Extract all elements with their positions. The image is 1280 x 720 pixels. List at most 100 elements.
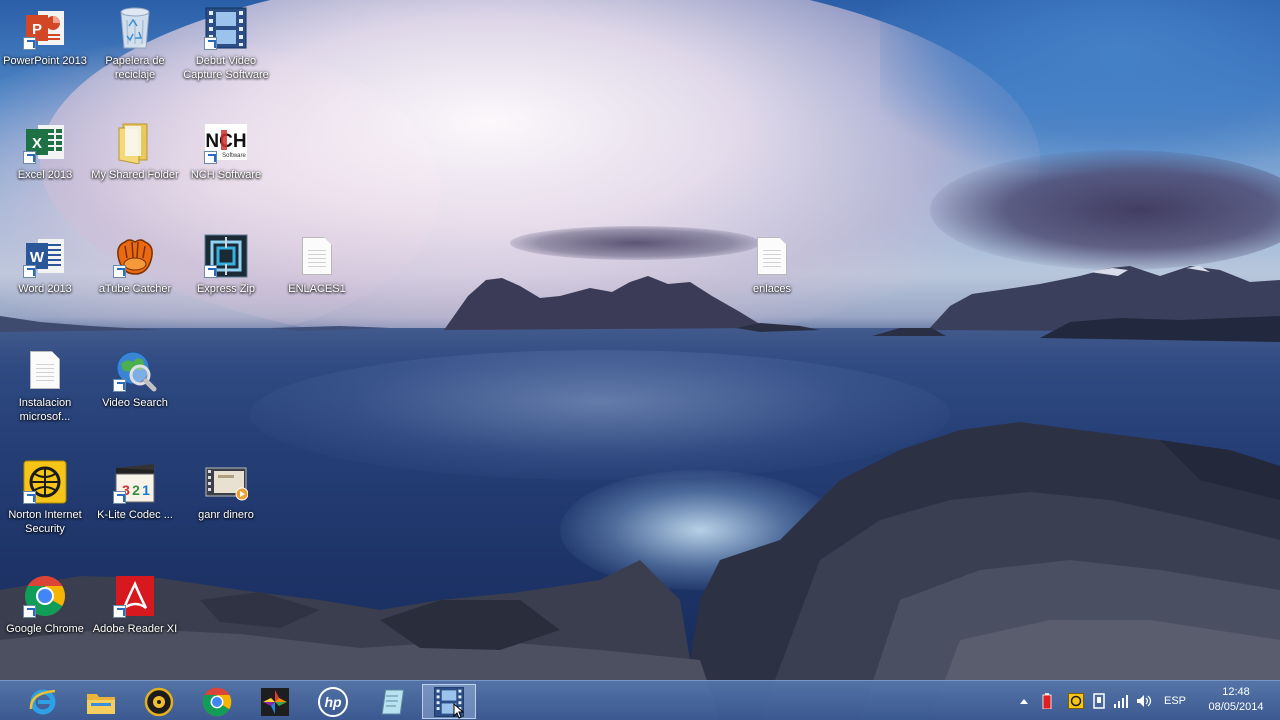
norton-tray-icon [1068, 693, 1084, 709]
express-zip-icon [204, 234, 248, 278]
mouse-cursor-icon [453, 703, 465, 719]
device-icon [1093, 693, 1105, 709]
battery-icon [1042, 693, 1052, 709]
tray-norton[interactable] [1066, 681, 1086, 720]
taskbar-debut-video-capture[interactable] [422, 684, 476, 719]
internet-explorer-icon [29, 689, 56, 714]
icon-label: PowerPoint 2013 [3, 55, 87, 67]
shortcut-arrow-icon [113, 265, 126, 278]
shortcut-arrow-icon [23, 265, 36, 278]
atube-catcher-icon [113, 234, 157, 278]
desktop-icon-atube-catcher[interactable]: aTube Catcher [90, 234, 180, 296]
desktop-icon-excel[interactable]: X Excel 2013 [0, 120, 90, 182]
chrome-icon [23, 574, 67, 618]
taskbar-hp[interactable]: hp [306, 684, 360, 719]
desktop-wallpaper [0, 0, 1280, 720]
icon-label: enlaces [753, 283, 791, 295]
shortcut-arrow-icon [23, 491, 36, 504]
desktop-icon-express-zip[interactable]: Express Zip [181, 234, 271, 296]
recycle-bin-icon [113, 6, 157, 50]
hp-icon: hp [318, 686, 348, 717]
speaker-icon [1137, 695, 1152, 707]
svg-text:X: X [32, 135, 42, 152]
taskbar: hp ESP 12:48 08/05/2014 [0, 680, 1280, 720]
shortcut-arrow-icon [204, 151, 217, 164]
norton-icon [23, 460, 67, 504]
tray-battery[interactable] [1038, 681, 1056, 720]
icon-label: Debut Video Capture Software [183, 55, 269, 81]
desktop-icon-ganr-dinero[interactable]: ganr dinero [181, 460, 271, 522]
tray-clock[interactable]: 12:48 08/05/2014 [1196, 685, 1276, 717]
tray-volume[interactable] [1134, 681, 1154, 720]
icon-label: My Shared Folder [91, 169, 179, 181]
icon-label: aTube Catcher [98, 283, 172, 295]
file-explorer-icon [87, 693, 115, 714]
desktop-icon-norton[interactable]: Norton Internet Security [0, 460, 90, 536]
shortcut-arrow-icon [204, 37, 217, 50]
svg-text:hp: hp [324, 694, 342, 710]
desktop-icon-powerpoint[interactable]: P PowerPoint 2013 [0, 6, 90, 68]
icon-label: NCH Software [190, 169, 262, 181]
clock-date: 08/05/2014 [1208, 701, 1264, 713]
desktop-icon-k-lite-codec[interactable]: 3 2 1 K-Lite Codec ... [90, 460, 180, 522]
tray-language[interactable]: ESP [1158, 681, 1192, 720]
excel-icon: X [23, 120, 67, 164]
desktop-icon-adobe-reader[interactable]: Adobe Reader XI [90, 574, 180, 636]
photo-app-icon [261, 687, 289, 716]
nch-logo-icon: NCH Software [204, 120, 248, 164]
text-document-icon [23, 348, 67, 392]
text-document-icon [295, 234, 339, 278]
svg-text:Software: Software [222, 153, 246, 159]
icon-label: ENLACES1 [288, 283, 346, 295]
desktop-icon-video-search[interactable]: Video Search [90, 348, 180, 410]
shortcut-arrow-icon [204, 265, 217, 278]
desktop-icon-recycle-bin[interactable]: Papelera de reciclaje [90, 6, 180, 82]
shortcut-arrow-icon [113, 379, 126, 392]
tray-network[interactable] [1112, 681, 1130, 720]
icon-label: Video Search [102, 397, 168, 409]
taskbar-notepad[interactable] [364, 684, 418, 719]
shortcut-arrow-icon [23, 151, 36, 164]
desktop-icon-enlaces1[interactable]: ENLACES1 [272, 234, 362, 296]
icon-label: Express Zip [196, 283, 256, 295]
icon-label: K-Lite Codec ... [97, 509, 173, 521]
desktop-icon-debut-video-capture[interactable]: Debut Video Capture Software [181, 6, 271, 82]
k-lite-codec-icon: 3 2 1 [113, 460, 157, 504]
icon-label: ganr dinero [198, 509, 254, 521]
desktop-icon-enlaces[interactable]: enlaces [727, 234, 817, 296]
taskbar-media-player[interactable] [132, 684, 186, 719]
text-document-icon [750, 234, 794, 278]
svg-text:W: W [30, 249, 45, 266]
word-icon: W [23, 234, 67, 278]
desktop-icon-word[interactable]: W Word 2013 [0, 234, 90, 296]
powerpoint-icon: P [23, 6, 67, 50]
tray-show-hidden-icons[interactable] [1016, 681, 1032, 720]
shortcut-arrow-icon [113, 605, 126, 618]
icon-label: Excel 2013 [17, 169, 73, 181]
desktop-icon-my-shared-folder[interactable]: My Shared Folder [90, 120, 180, 182]
globe-search-icon [113, 348, 157, 392]
adobe-reader-icon [113, 574, 157, 618]
icon-label: Word 2013 [18, 283, 72, 295]
signal-bars-icon [1114, 695, 1128, 708]
film-strip-icon [204, 6, 248, 50]
media-player-icon [144, 687, 174, 716]
taskbar-photo-app[interactable] [248, 684, 302, 719]
desktop-icon-chrome[interactable]: Google Chrome [0, 574, 90, 636]
icon-label: Norton Internet Security [8, 509, 82, 535]
icon-label: Google Chrome [6, 623, 84, 635]
clock-time: 12:48 [1222, 686, 1250, 698]
svg-text:P: P [32, 21, 42, 38]
chrome-icon [202, 687, 232, 716]
svg-text:2: 2 [132, 482, 140, 498]
desktop-icon-instalacion[interactable]: Instalacion microsof... [0, 348, 90, 424]
tray-device[interactable] [1090, 681, 1108, 720]
taskbar-file-explorer[interactable] [74, 684, 128, 719]
icon-label: Adobe Reader XI [92, 623, 178, 635]
shortcut-arrow-icon [23, 37, 36, 50]
taskbar-internet-explorer[interactable] [16, 684, 70, 719]
video-file-icon [204, 460, 248, 504]
taskbar-chrome[interactable] [190, 684, 244, 719]
wallpaper-landscape [0, 266, 1280, 720]
desktop-icon-nch-software[interactable]: NCH Software NCH Software [181, 120, 271, 182]
